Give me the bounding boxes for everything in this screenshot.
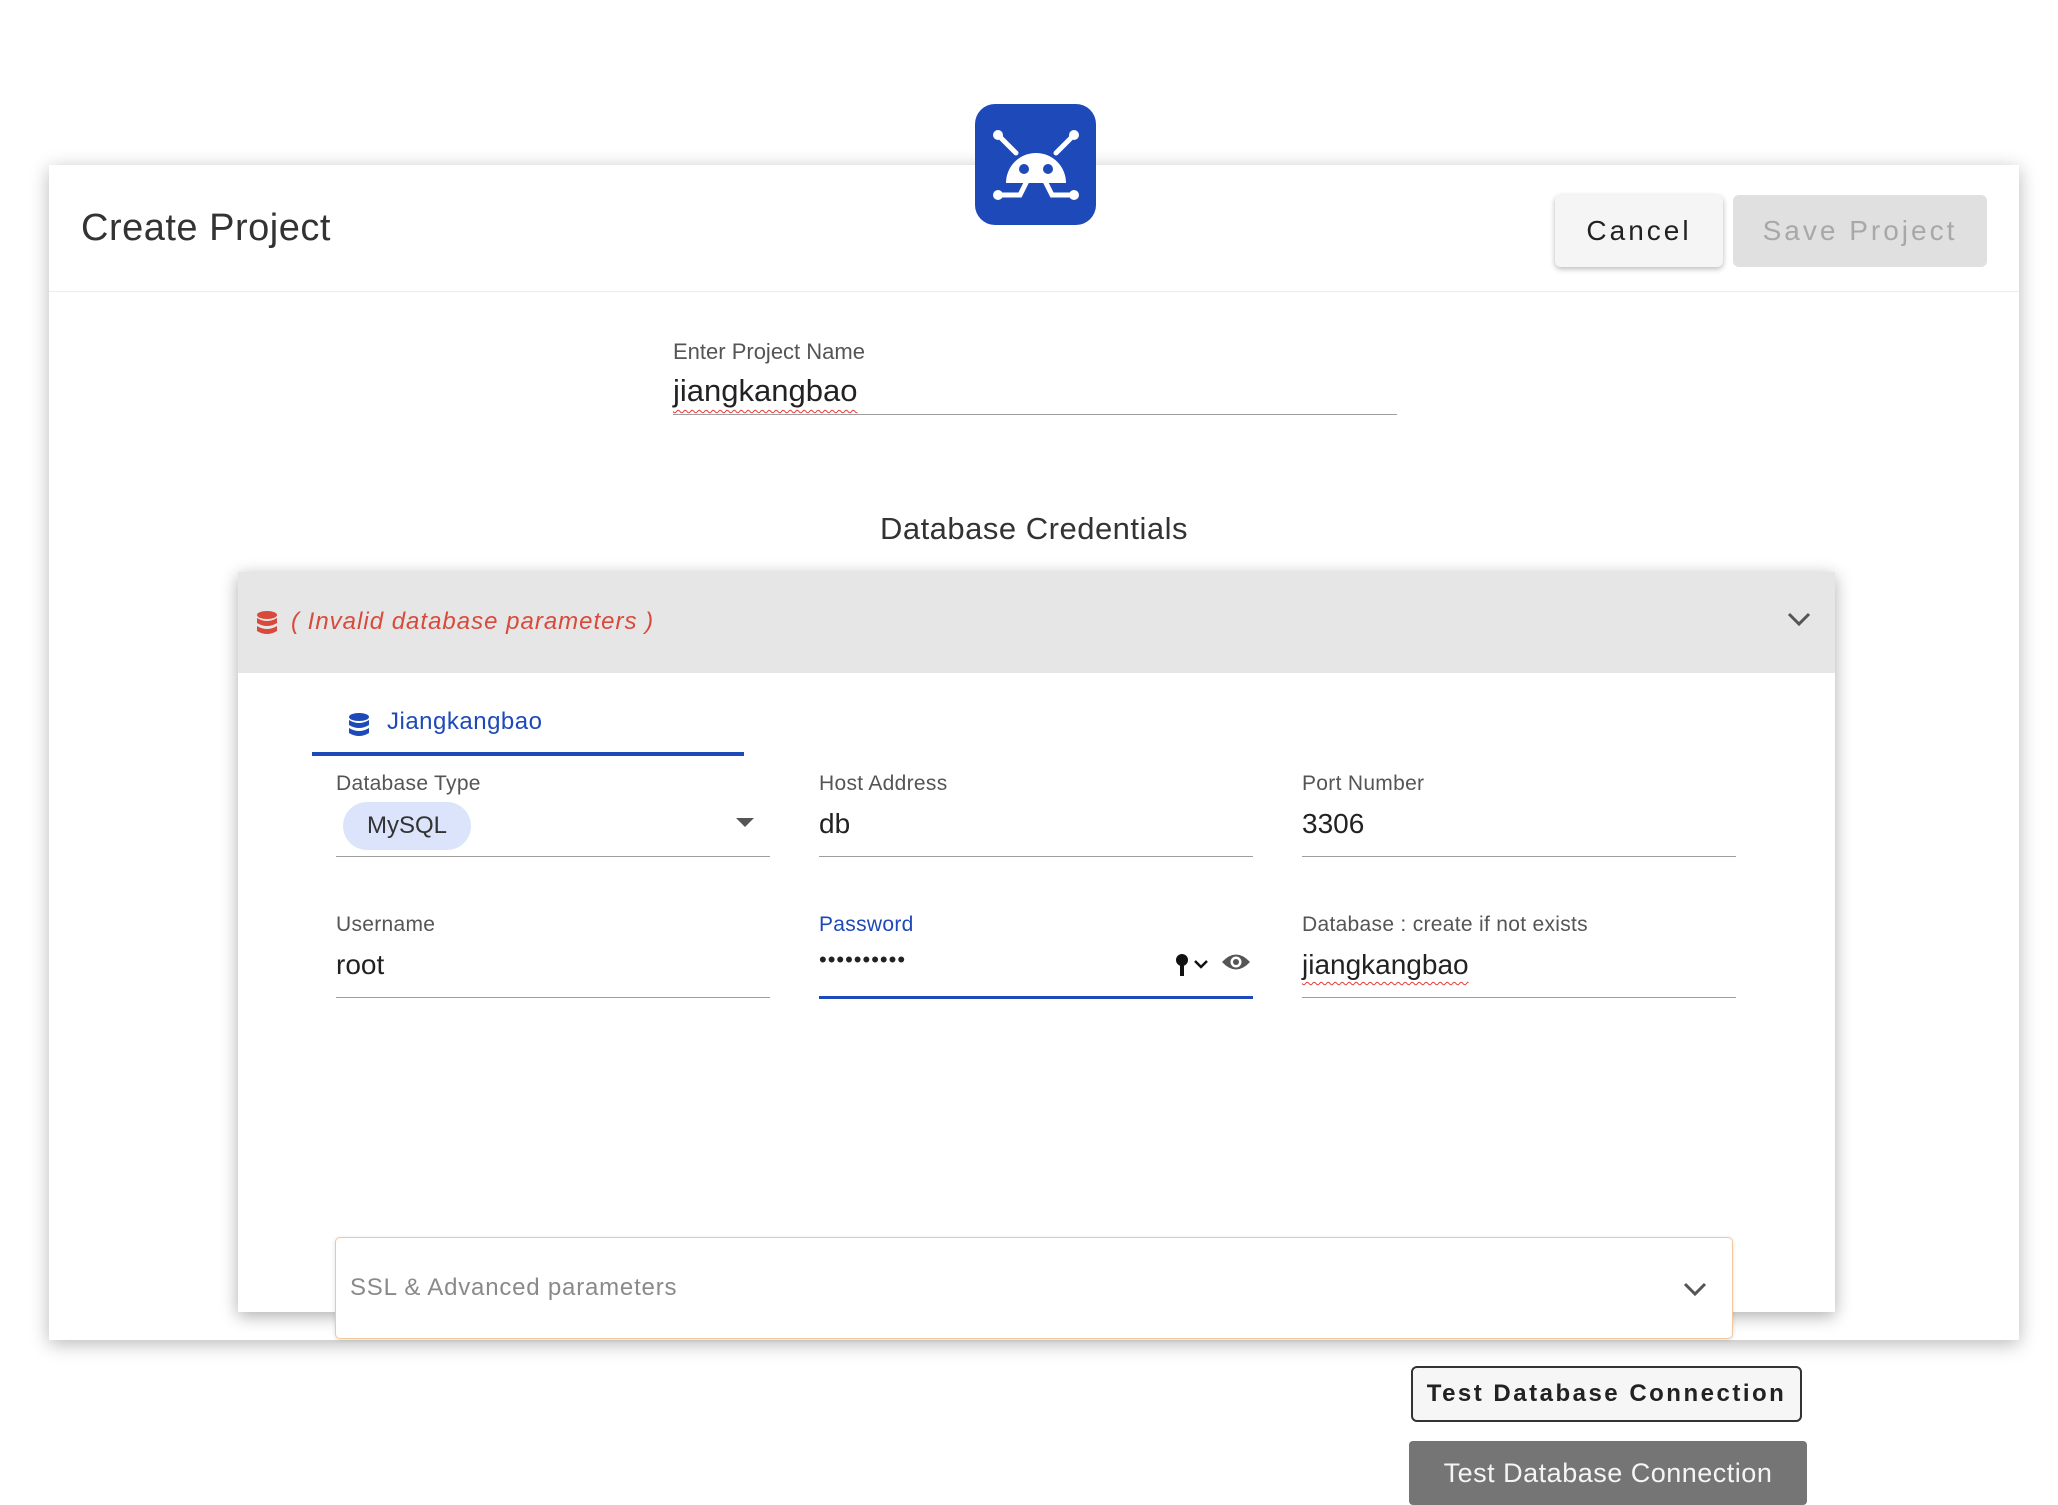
dropdown-arrow-icon[interactable] <box>736 818 754 827</box>
key-icon[interactable] <box>1175 953 1211 977</box>
field-underline <box>1302 997 1736 998</box>
project-name-underline <box>673 414 1397 415</box>
host-address-label: Host Address <box>819 772 948 795</box>
port-number-input[interactable]: 3306 <box>1302 808 1364 840</box>
tooltip: Test Database Connection <box>1409 1441 1807 1505</box>
password-label: Password <box>819 913 914 936</box>
nocodb-logo-icon <box>992 129 1079 200</box>
project-name-input[interactable]: jiangkangbao <box>673 373 857 409</box>
tab-jiangkangbao[interactable]: Jiangkangbao <box>312 708 744 756</box>
username-input[interactable]: root <box>336 949 384 981</box>
host-address-field[interactable]: Host Address db <box>819 772 1253 862</box>
database-panel: ( Invalid database parameters ) Jiangkan… <box>238 572 1835 1505</box>
create-project-card: Create Project Cancel Save Project Enter… <box>49 165 2019 1505</box>
database-icon <box>349 713 369 736</box>
database-error-icon <box>257 611 277 634</box>
field-underline <box>819 856 1253 857</box>
cancel-button[interactable]: Cancel <box>1555 195 1723 267</box>
host-address-input[interactable]: db <box>819 808 850 840</box>
database-name-label: Database : create if not exists <box>1302 913 1588 936</box>
field-underline <box>336 856 770 857</box>
database-name-field[interactable]: Database : create if not exists jiangkan… <box>1302 913 1736 1003</box>
field-underline <box>336 997 770 998</box>
test-database-connection-button[interactable]: Test Database Connection <box>1411 1366 1802 1422</box>
port-number-field[interactable]: Port Number 3306 <box>1302 772 1736 862</box>
database-name-input[interactable]: jiangkangbao <box>1302 949 1469 981</box>
database-credentials-title: Database Credentials <box>879 511 1189 546</box>
page-title: Create Project <box>81 207 331 249</box>
username-label: Username <box>336 913 436 936</box>
password-field[interactable]: Password •••••••••• <box>819 913 1253 1003</box>
port-number-label: Port Number <box>1302 772 1425 795</box>
chevron-down-icon[interactable] <box>1786 610 1812 628</box>
ssl-advanced-label: SSL & Advanced parameters <box>350 1274 678 1301</box>
database-type-select[interactable]: Database Type MySQL <box>336 772 770 862</box>
database-status-text: ( Invalid database parameters ) <box>291 608 655 635</box>
username-field[interactable]: Username root <box>336 913 770 1003</box>
database-type-chip: MySQL <box>343 802 472 850</box>
save-project-button[interactable]: Save Project <box>1733 195 1987 267</box>
database-type-label: Database Type <box>336 772 481 795</box>
app-logo <box>975 104 1096 225</box>
database-panel-header[interactable]: ( Invalid database parameters ) <box>238 572 1835 673</box>
ssl-advanced-panel[interactable]: SSL & Advanced parameters <box>335 1237 1733 1339</box>
password-input[interactable]: •••••••••• <box>819 947 906 973</box>
eye-icon[interactable] <box>1221 951 1251 973</box>
field-underline-active <box>819 996 1253 999</box>
field-underline <box>1302 856 1736 857</box>
tab-label: Jiangkangbao <box>387 708 543 735</box>
chevron-down-icon[interactable] <box>1682 1280 1708 1298</box>
project-name-label: Enter Project Name <box>673 339 865 364</box>
